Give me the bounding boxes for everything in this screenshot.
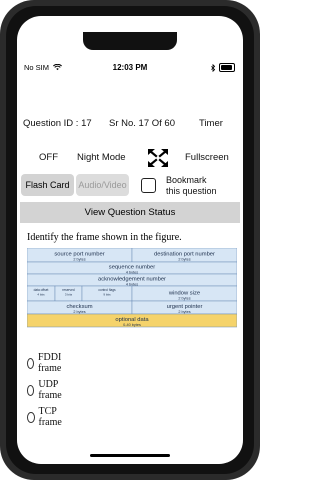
app-screen: No SIM 12:03 PM Question ID : 17 Sr No. … — [17, 16, 243, 464]
bookmark-checkbox[interactable] — [141, 178, 156, 193]
flash-card-button[interactable]: Flash Card — [21, 174, 74, 196]
tcp-header-figure: source port number2 bytesdestination por… — [27, 248, 237, 328]
status-icons — [210, 63, 235, 72]
figure-field-size: 2 bytes — [178, 296, 190, 300]
figure-field-size: 0-40 bytes — [123, 323, 141, 327]
question-text: Identify the frame shown in the figure. — [27, 232, 182, 243]
question-header: Question ID : 17 Sr No. 17 Of 60 Timer — [17, 116, 243, 132]
option-label: FDDI frame — [38, 352, 62, 374]
figure-field-size: 2 bytes — [73, 258, 85, 262]
expand-arrows-icon[interactable] — [147, 148, 169, 168]
night-mode-state[interactable]: OFF — [39, 152, 58, 163]
option-udp-frame[interactable]: UDP frame — [27, 379, 65, 401]
bluetooth-icon — [211, 63, 216, 72]
option-tcp-frame[interactable]: TCP frame — [27, 406, 65, 428]
figure-field-size: 2 bytes — [73, 310, 85, 314]
timer-label[interactable]: Timer — [199, 118, 223, 129]
bookmark-label-line1: Bookmark — [166, 175, 207, 185]
view-question-status-button[interactable]: View Question Status — [20, 202, 240, 223]
figure-field-size: 2 bytes — [178, 258, 190, 262]
radio-button[interactable] — [27, 411, 35, 423]
question-id: Question ID : 17 — [23, 118, 92, 129]
figure-field-label: control flags — [98, 288, 116, 292]
figure-field-label: reserved — [62, 288, 75, 292]
serial-number: Sr No. 17 Of 60 — [109, 118, 176, 129]
status-bar: No SIM 12:03 PM — [17, 60, 243, 76]
audio-video-button[interactable]: Audio/Video — [76, 174, 129, 196]
battery-icon — [219, 63, 235, 72]
action-buttons: Flash Card Audio/Video Bookmark this que… — [17, 174, 243, 200]
option-fddi-frame[interactable]: FDDI frame — [27, 352, 65, 374]
display-controls: OFF Night Mode Fullscreen — [17, 146, 243, 168]
fullscreen-label[interactable]: Fullscreen — [185, 152, 229, 163]
home-indicator — [90, 454, 170, 457]
option-label: UDP frame — [38, 379, 62, 401]
radio-button[interactable] — [27, 357, 34, 369]
bookmark-label-line2: this question — [166, 186, 217, 196]
figure-field-size: 2 bytes — [178, 310, 190, 314]
option-label: TCP frame — [38, 406, 62, 428]
bookmark-label[interactable]: Bookmark this question — [166, 175, 217, 197]
figure-field-size: 9 bits — [103, 293, 111, 297]
night-mode-label[interactable]: Night Mode — [77, 152, 126, 163]
radio-button[interactable] — [27, 384, 35, 396]
figure-field-size: 4 bits — [37, 293, 45, 297]
camera-notch — [83, 32, 177, 50]
figure-field-label: data offset — [34, 288, 49, 292]
figure-field-size: 3 bits — [65, 293, 73, 297]
